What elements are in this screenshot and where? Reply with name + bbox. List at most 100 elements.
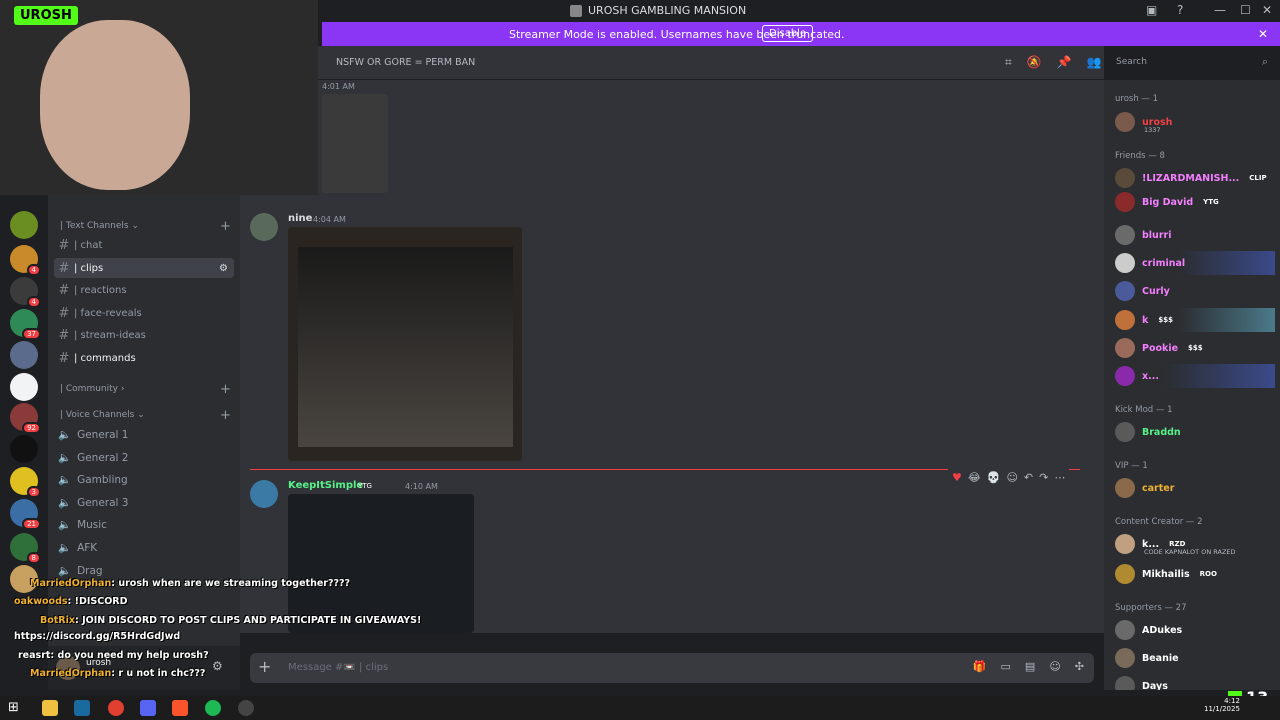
more-icon[interactable]: ⋯ [1054, 471, 1065, 484]
windows-start-icon[interactable]: ⊞ [8, 700, 24, 716]
notifications-icon[interactable]: 🔕 [1027, 55, 1042, 70]
maximize-button[interactable]: ☐ [1240, 3, 1251, 17]
channel-reactions[interactable]: # | reactions [54, 280, 234, 300]
server-icon[interactable] [10, 435, 38, 463]
voice-channel[interactable]: 🔈 Drag [58, 564, 103, 578]
server-icon[interactable] [10, 211, 38, 239]
server-icon[interactable]: 4 [10, 277, 41, 308]
threads-icon[interactable]: ⌗ [1005, 55, 1012, 70]
member-item[interactable]: Beanie [1115, 646, 1275, 670]
close-icon[interactable]: ✕ [1258, 27, 1268, 41]
webcam-overlay: UROSH [0, 0, 318, 195]
server-icon[interactable]: 21 [10, 499, 41, 530]
spotify-icon[interactable] [205, 700, 221, 716]
close-window-button[interactable]: ✕ [1262, 3, 1272, 17]
member-item[interactable]: Pookie $$$ [1115, 336, 1275, 360]
text-channels-category[interactable]: | Text Channels ⌄ + [60, 219, 231, 234]
add-channel-icon[interactable]: + [220, 219, 231, 234]
member-item[interactable]: ADukes [1115, 618, 1275, 642]
message-author[interactable]: nine [288, 213, 312, 224]
skull-reaction-icon[interactable]: 💀 [987, 471, 1001, 484]
server-icon[interactable]: 92 [10, 403, 41, 434]
channel-face-reveals[interactable]: # | face-reveals [54, 303, 234, 323]
settings-gear-icon[interactable]: ⚙ [219, 263, 228, 274]
member-item[interactable]: Mikhailis ROO [1115, 562, 1275, 586]
member-item[interactable]: Big David YTG [1115, 190, 1275, 214]
heart-reaction-icon[interactable]: ♥ [952, 471, 962, 484]
message-input[interactable]: Message #📼 | clips [288, 662, 388, 673]
gift-icon[interactable]: 🎁 [973, 660, 987, 673]
chrome-icon[interactable] [108, 700, 124, 716]
discord-icon[interactable] [140, 700, 156, 716]
channel-chat[interactable]: # | chat [54, 235, 234, 255]
chat-line: reasrt: do you need my help urosh? [18, 650, 209, 661]
gif-icon[interactable]: ▭ [1001, 660, 1011, 673]
server-icon[interactable]: 4 [10, 245, 41, 276]
member-item[interactable]: k $$$ [1115, 308, 1275, 332]
forward-icon[interactable]: ↷ [1039, 471, 1048, 484]
member-item[interactable]: criminal [1115, 251, 1275, 275]
voice-channel[interactable]: 🔈 Music [58, 518, 107, 532]
window-title: UROSH GAMBLING MANSION [570, 4, 746, 17]
chat-line: MarriedOrphan: r u not in chc??? [30, 668, 206, 679]
voice-channel[interactable]: 🔈 Gambling [58, 473, 128, 487]
community-category[interactable]: | Community › + [60, 382, 231, 397]
disable-button[interactable]: Disable [762, 25, 814, 42]
attachment-image[interactable] [288, 227, 522, 461]
chat-line: BotRix: JOIN DISCORD TO POST CLIPS AND P… [40, 615, 422, 626]
minimize-button[interactable]: — [1214, 3, 1226, 17]
member-item[interactable]: x... [1115, 364, 1275, 388]
taskbar: ⊞ 4:12 11/1/2025 [0, 696, 1280, 720]
members-icon[interactable]: 👥 [1087, 55, 1102, 70]
server-icon[interactable] [10, 373, 38, 401]
add-channel-icon[interactable]: + [220, 382, 231, 397]
member-item[interactable]: Braddn [1115, 420, 1275, 444]
upload-plus-icon[interactable]: + [258, 657, 271, 676]
channel-clips[interactable]: # | clips ⚙ [54, 258, 234, 278]
avatar[interactable] [250, 480, 278, 508]
laugh-reaction-icon[interactable]: 😂 [968, 471, 981, 484]
attachment-image[interactable] [322, 94, 388, 193]
steam-icon[interactable] [74, 700, 90, 716]
channel-stream-ideas[interactable]: # | stream-ideas [54, 325, 234, 345]
voice-channel[interactable]: 🔈 General 1 [58, 428, 128, 442]
server-icon[interactable]: 8 [10, 533, 41, 564]
attachment-image[interactable] [288, 494, 474, 633]
server-icon[interactable] [10, 341, 38, 369]
member-item[interactable]: Curly [1115, 279, 1275, 303]
pin-icon[interactable]: 📌 [1057, 55, 1072, 70]
add-channel-icon[interactable]: + [220, 408, 231, 423]
file-explorer-icon[interactable] [42, 700, 58, 716]
brave-icon[interactable] [172, 700, 188, 716]
chat-line: oakwoods: !DISCORD [14, 596, 128, 607]
add-reaction-icon[interactable]: ☺ [1006, 471, 1017, 484]
member-item[interactable]: carter [1115, 476, 1275, 500]
reply-icon[interactable]: ↶ [1024, 471, 1033, 484]
voice-channel[interactable]: 🔈 AFK [58, 541, 97, 555]
message-author[interactable]: KeepItSimple [288, 480, 363, 491]
server-icon[interactable]: 37 [10, 309, 41, 340]
avatar [1115, 281, 1135, 301]
channel-commands[interactable]: # | commands [54, 348, 234, 368]
inbox-icon[interactable]: ▣ [1146, 3, 1157, 17]
settings-gear-icon[interactable]: ⚙ [212, 659, 223, 673]
avatar [1115, 478, 1135, 498]
member-item[interactable]: urosh 1337 [1115, 110, 1275, 134]
voice-channel[interactable]: 🔈 General 3 [58, 496, 128, 510]
clock[interactable]: 4:12 11/1/2025 [1204, 697, 1240, 713]
member-item[interactable]: k... RZD CODE KAPNALOT ON RAZED [1115, 532, 1275, 556]
member-item[interactable]: !LIZARDMANISH... CLIP [1115, 166, 1275, 190]
avatar [1115, 112, 1135, 132]
voice-channels-category[interactable]: | Voice Channels ⌄ + [60, 408, 231, 423]
help-icon[interactable]: ? [1177, 3, 1183, 17]
avatar[interactable] [250, 213, 278, 241]
member-item[interactable]: blurri [1115, 223, 1275, 247]
voice-channel[interactable]: 🔈 General 2 [58, 451, 128, 465]
search-input[interactable]: Search ⌕ [1110, 52, 1274, 74]
sticker-icon[interactable]: ▤ [1025, 660, 1035, 673]
server-icon[interactable]: 3 [10, 467, 41, 498]
obs-icon[interactable] [238, 700, 254, 716]
message-composer[interactable]: + Message #📼 | clips 🎁 ▭ ▤ ☺ ✣ [250, 653, 1094, 683]
apps-icon[interactable]: ✣ [1075, 660, 1084, 673]
emoji-icon[interactable]: ☺ [1049, 660, 1060, 673]
